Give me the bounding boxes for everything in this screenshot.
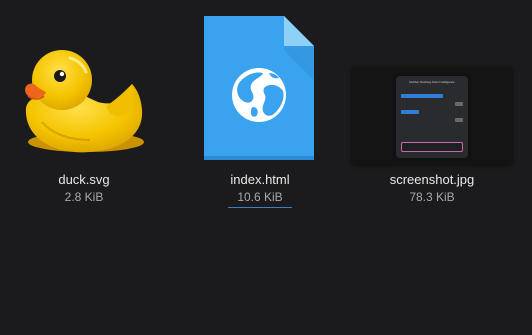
file-size: 2.8 KiB bbox=[4, 190, 164, 207]
file-size-value: 10.6 KiB bbox=[228, 190, 292, 208]
rubber-duck-icon bbox=[25, 50, 144, 153]
file-size-value: 78.3 KiB bbox=[409, 190, 455, 204]
thumbnail-chat-input bbox=[401, 142, 463, 152]
file-size: 78.3 KiB bbox=[352, 190, 512, 207]
thumbnail-message-bubble bbox=[455, 118, 463, 122]
html-document-globe-icon bbox=[204, 16, 314, 160]
file-size: 10.6 KiB bbox=[180, 190, 340, 208]
file-item-duck-svg[interactable]: duck.svg 2.8 KiB bbox=[4, 0, 164, 230]
file-item-screenshot-jpg[interactable]: Rubber Ducking Actor Intelligence screen… bbox=[352, 0, 512, 230]
thumbnail-app-window: Rubber Ducking Actor Intelligence bbox=[396, 76, 468, 158]
file-name: duck.svg bbox=[58, 172, 110, 187]
file-name: index.html bbox=[230, 172, 290, 187]
thumbnail-message-bubble bbox=[401, 110, 419, 114]
file-grid-view: duck.svg 2.8 KiB index.html 10.6 KiB Rub… bbox=[0, 0, 532, 335]
file-name: screenshot.jpg bbox=[389, 172, 475, 187]
file-thumbnail bbox=[4, 10, 164, 170]
thumbnail-window-title: Rubber Ducking Actor Intelligence bbox=[409, 80, 455, 84]
file-size-value: 2.8 KiB bbox=[64, 190, 104, 204]
file-item-index-html[interactable]: index.html 10.6 KiB bbox=[180, 0, 340, 230]
thumbnail-message-bubble bbox=[455, 102, 463, 106]
file-thumbnail bbox=[180, 10, 340, 170]
thumbnail-message-bubble bbox=[401, 94, 443, 98]
image-thumbnail: Rubber Ducking Actor Intelligence bbox=[352, 68, 512, 164]
file-thumbnail: Rubber Ducking Actor Intelligence bbox=[352, 10, 512, 170]
